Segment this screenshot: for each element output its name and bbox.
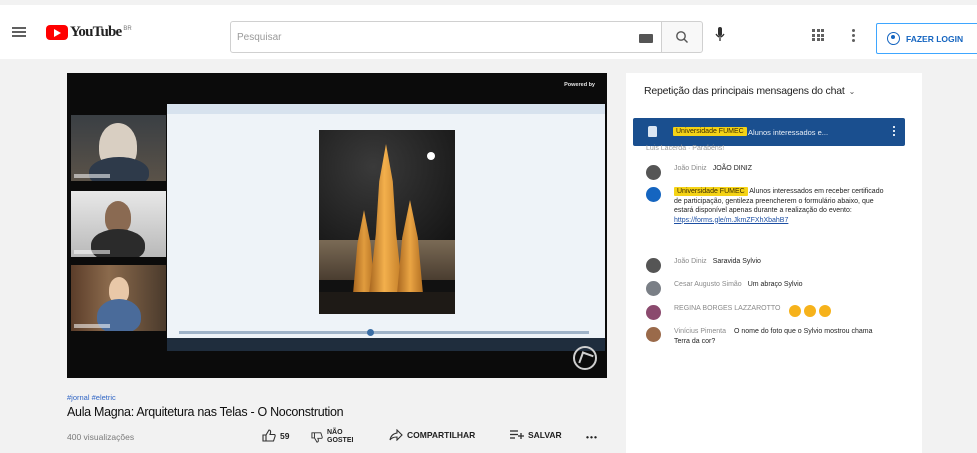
chat-author: Universidade FUMEC: [674, 187, 748, 196]
share-icon: [389, 429, 403, 441]
view-count: 400 visualizações: [67, 432, 135, 442]
avatar: [646, 327, 661, 342]
search-input[interactable]: Pesquisar: [230, 21, 662, 53]
clap-emoji-icon: [789, 305, 802, 317]
account-icon: [887, 32, 900, 45]
like-button[interactable]: 59: [262, 429, 289, 442]
chat-author: João Diniz: [674, 258, 707, 265]
save-label: SALVAR: [528, 429, 562, 440]
chat-partial-message: Luis Lacerda · Parabéns!: [646, 145, 725, 152]
chat-text: Saravida Sylvio: [712, 258, 761, 265]
login-label: FAZER LOGIN: [906, 33, 964, 44]
webcam-thumbnail-2: [71, 191, 166, 257]
dislike-label-1: NÃO: [327, 429, 343, 436]
search-icon: [676, 31, 688, 43]
channel-watermark-icon: [573, 346, 597, 370]
keyboard-icon[interactable]: [639, 34, 653, 43]
avatar: [646, 258, 661, 273]
rocket-photo: [319, 130, 455, 314]
avatar: [646, 187, 661, 202]
pin-icon: [648, 126, 657, 137]
clap-emoji-icon: [804, 305, 817, 317]
menu-icon[interactable]: [12, 27, 26, 37]
dislike-label-2: GOSTEI: [327, 437, 354, 444]
pinned-message[interactable]: Universidade FUMEC Alunos interessados e…: [633, 118, 905, 146]
share-button[interactable]: COMPARTILHAR: [389, 429, 475, 441]
save-button[interactable]: SALVAR: [510, 429, 562, 440]
more-vertical-icon[interactable]: [893, 126, 895, 138]
chat-link[interactable]: https://forms.gle/m.JkmZFXhXbahB7: [674, 217, 788, 224]
more-horizontal-icon: •••: [586, 432, 598, 442]
like-count: 59: [280, 430, 290, 441]
share-label: COMPARTILHAR: [407, 430, 476, 440]
video-title: Aula Magna: Arquitetura nas Telas - O No…: [67, 405, 344, 419]
chat-mode-dropdown[interactable]: Repetição das principais mensagens do ch…: [644, 85, 855, 97]
chat-message: REGINA BORGES LAZZAROTTO: [646, 305, 832, 320]
chat-message: Universidade FUMEC Alunos interessados e…: [646, 187, 896, 225]
play-logo-icon: [46, 25, 68, 40]
shared-screen: [167, 104, 605, 351]
chat-author: Vinícius Pimenta: [674, 328, 727, 335]
thumbs-down-icon: [311, 431, 323, 443]
chat-header-label: Repetição das principais mensagens do ch…: [644, 85, 845, 97]
avatar: [646, 305, 661, 320]
chat-text: JOÃO DINIZ: [712, 165, 752, 172]
masthead: YouTube BR Pesquisar FAZER LOGIN: [0, 5, 977, 59]
webcam-thumbnail-3: [71, 265, 166, 331]
chat-author: REGINA BORGES LAZZAROTTO: [674, 305, 781, 312]
chat-text: Um abraço Sylvio: [747, 281, 803, 288]
pinned-text: Alunos interessados e...: [748, 128, 829, 137]
clap-emoji-icon: [819, 305, 832, 317]
microphone-button[interactable]: [715, 27, 725, 48]
live-chat-replay: Repetição das principais mensagens do ch…: [626, 73, 922, 453]
search-button[interactable]: [661, 21, 703, 53]
thumbs-up-icon: [262, 429, 276, 442]
apps-grid-icon[interactable]: [812, 29, 824, 41]
powered-by-label: Powered by: [564, 82, 595, 88]
dislike-button[interactable]: NÃO GOSTEI: [311, 429, 353, 445]
chat-author: João Diniz: [674, 165, 707, 172]
chat-message: Vinícius Pimenta O nome do foto que o Sy…: [646, 327, 896, 346]
video-player[interactable]: Powered by: [67, 73, 607, 378]
video-hashtags[interactable]: #jornal #eletric: [67, 393, 116, 402]
playlist-add-icon: [510, 430, 524, 439]
avatar: [646, 165, 661, 180]
logo-country: BR: [123, 25, 132, 32]
microphone-icon: [715, 27, 725, 41]
more-actions-button[interactable]: •••: [586, 432, 598, 442]
chat-message: Cesar Augusto Simão Um abraço Sylvio: [646, 281, 803, 296]
logo-text: YouTube: [70, 24, 122, 40]
youtube-logo[interactable]: YouTube BR: [46, 24, 132, 41]
chat-message: João Diniz Saravida Sylvio: [646, 258, 761, 273]
chat-message: João Diniz JOÃO DINIZ: [646, 165, 752, 180]
pinned-author: Universidade FUMEC: [673, 127, 747, 136]
webcam-thumbnail-1: [71, 115, 166, 181]
search-placeholder: Pesquisar: [237, 32, 282, 43]
avatar: [646, 281, 661, 296]
chevron-down-icon: ⌄: [848, 87, 856, 96]
chat-author: Cesar Augusto Simão: [674, 281, 742, 288]
login-button[interactable]: FAZER LOGIN: [876, 23, 977, 54]
settings-more-icon[interactable]: [852, 29, 855, 44]
